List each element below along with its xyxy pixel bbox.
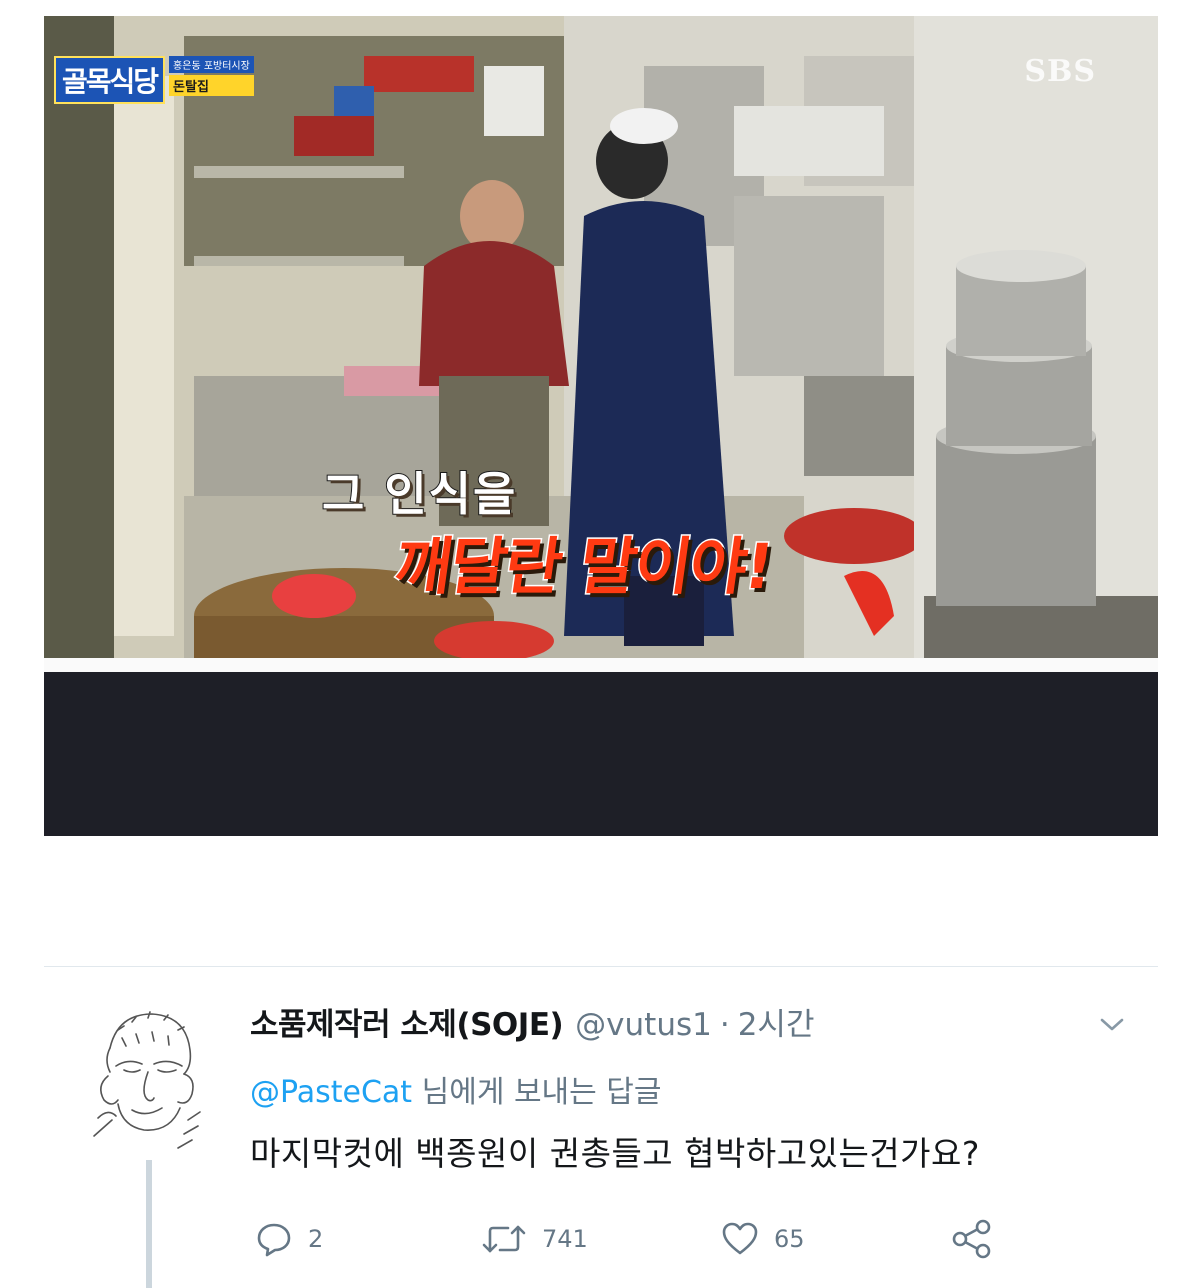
avatar[interactable] [88, 1008, 204, 1156]
tweet-header: 소품제작러 소제(SOJE) @vutus1 · 2시간 [250, 1002, 1120, 1048]
tweet-text: 마지막컷에 백종원이 권총들고 협박하고있는건가요? [250, 1134, 980, 1173]
reply-tweet[interactable]: 소품제작러 소제(SOJE) @vutus1 · 2시간 [250, 1002, 1120, 1048]
author-handle[interactable]: @vutus1 [575, 1002, 712, 1048]
tweet-timestamp[interactable]: 2시간 [738, 1002, 815, 1048]
tv-show-still-image[interactable]: 골목식당 홍은동 포방터시장 돈탈집 SBS 그 인식을 깨달란 말이야! [44, 16, 1158, 658]
show-logo: 골목식당 홍은동 포방터시장 돈탈집 [54, 56, 254, 104]
heart-icon [722, 1222, 758, 1255]
header-separator: · [719, 1007, 730, 1043]
subtitle-line-1: 그 인식을 [321, 466, 518, 522]
share-nodes-icon [952, 1219, 991, 1259]
author-display-name[interactable]: 소품제작러 소제(SOJE) [250, 1002, 564, 1048]
tweet-menu-button[interactable] [1092, 1010, 1132, 1040]
tweet-divider [44, 966, 1158, 967]
retweet-button[interactable]: 741 [480, 1214, 588, 1264]
subtitle-line-2: 깨달란 말이야! [389, 529, 778, 605]
media-dark-panel [44, 672, 1158, 836]
reply-to-mention[interactable]: @PasteCat [250, 1075, 412, 1110]
reply-button[interactable]: 2 [254, 1214, 323, 1264]
chevron-down-icon [1100, 1018, 1124, 1031]
show-store-tag: 돈탈집 [169, 75, 254, 96]
media-separator [44, 658, 1158, 672]
like-count: 65 [774, 1225, 805, 1253]
replying-to: @PasteCat 님에게 보내는 답글 [250, 1070, 662, 1116]
reply-count: 2 [308, 1225, 324, 1253]
show-location-tag: 홍은동 포방터시장 [169, 56, 254, 73]
broadcaster-watermark: SBS [1024, 54, 1096, 89]
retweet-count: 741 [542, 1225, 588, 1253]
reply-to-label: 님에게 보내는 답글 [412, 1075, 662, 1110]
show-title: 골목식당 [54, 56, 166, 104]
like-button[interactable]: 65 [720, 1214, 805, 1264]
thread-line [146, 1160, 152, 1288]
retweet-arrows-icon [482, 1225, 526, 1253]
reply-bubble-icon [257, 1223, 291, 1257]
tweet-media[interactable]: 골목식당 홍은동 포방터시장 돈탈집 SBS 그 인식을 깨달란 말이야! [44, 16, 1158, 836]
share-button[interactable] [950, 1214, 994, 1264]
sketch-avatar-icon [93, 1011, 201, 1149]
tweet-actions: 2 741 65 [250, 1214, 1010, 1264]
